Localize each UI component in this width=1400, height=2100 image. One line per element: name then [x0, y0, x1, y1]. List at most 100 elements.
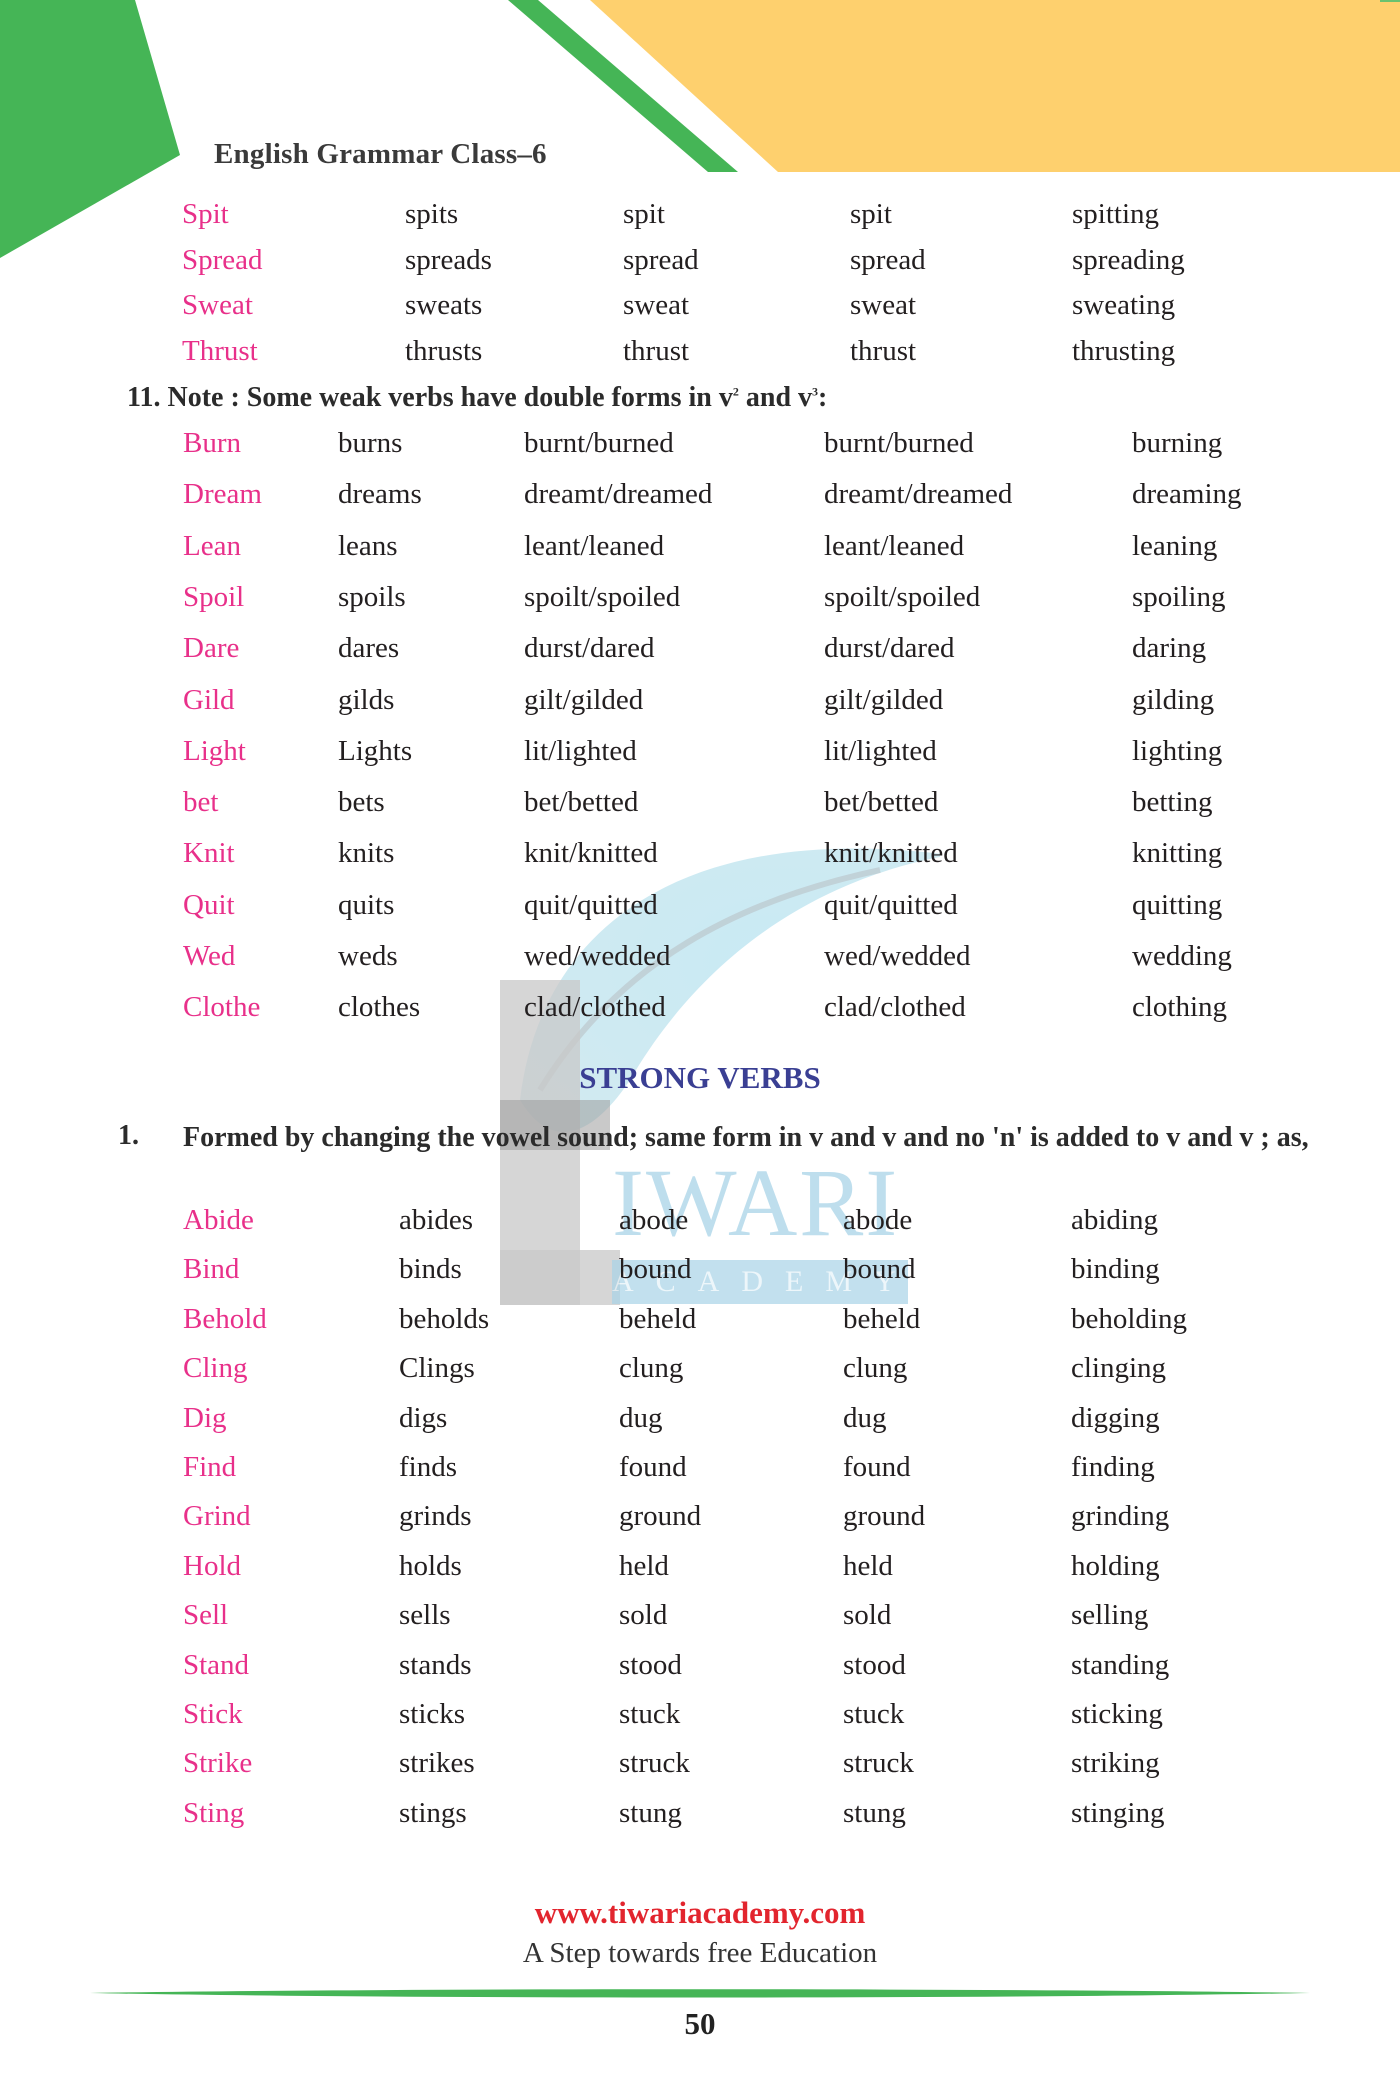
table-row: Spoil spoils spoilt/spoiled spoilt/spoiled s… [0, 581, 1400, 621]
past-form: thrust [623, 334, 690, 367]
past-participle: struck [843, 1747, 914, 1780]
table-row: Grind grinds ground ground grinding [0, 1500, 1400, 1540]
table-row: Hold holds held held holding [0, 1550, 1400, 1590]
present-participle: holding [1071, 1549, 1160, 1582]
past-form: clad/clothed [524, 991, 666, 1024]
table-row: Sweat sweats sweat sweat sweating [0, 289, 1400, 329]
table-row: Spread spreads spread spread spreading [0, 244, 1400, 284]
present-form: finds [399, 1451, 457, 1483]
present-form: leans [338, 529, 398, 562]
base-verb: Sting [183, 1796, 245, 1829]
section-title-strong-verbs: STRONG VERBS [579, 1060, 821, 1095]
base-verb: Abide [183, 1204, 254, 1236]
present-participle: finding [1071, 1451, 1155, 1483]
note-text: Note : Some weak verbs have double forms… [167, 382, 733, 413]
table-row: Dare dares durst/dared durst/dared daring [0, 632, 1400, 672]
past-form: quit/quitted [524, 888, 658, 921]
past-form: found [619, 1451, 687, 1483]
past-participle: held [843, 1549, 893, 1582]
table-row: Stick sticks stuck stuck sticking [0, 1698, 1400, 1738]
present-participle: clinging [1071, 1352, 1167, 1385]
past-form: gilt/gilded [524, 683, 644, 716]
past-participle: bet/betted [824, 786, 939, 819]
base-verb: Sell [183, 1599, 229, 1632]
present-participle: digging [1071, 1401, 1160, 1434]
note-text-end: : [818, 382, 828, 413]
rule-number: 1. [118, 1120, 139, 1151]
base-verb: Dream [183, 478, 262, 511]
present-participle: spitting [1072, 198, 1160, 230]
past-form: held [619, 1549, 669, 1582]
past-participle: bound [843, 1253, 916, 1286]
table-row: Burn burns burnt/burned burnt/burned burning [0, 427, 1400, 467]
table-row: Stand stands stood stood standing [0, 1649, 1400, 1689]
past-participle: spit [850, 198, 892, 230]
present-form: holds [399, 1549, 462, 1582]
past-participle: gilt/gilded [824, 683, 944, 716]
present-form: gilds [338, 683, 395, 716]
base-verb: Strike [183, 1747, 253, 1780]
present-form: spreads [405, 243, 492, 276]
present-participle: beholding [1071, 1302, 1187, 1335]
past-participle: thrust [850, 334, 917, 367]
past-form: durst/dared [524, 632, 655, 665]
present-participle: burning [1132, 427, 1223, 459]
rule-text: Formed by changing the vowel sound; same… [183, 1122, 1309, 1153]
present-participle: knitting [1132, 837, 1223, 870]
present-participle: leaning [1132, 529, 1218, 562]
past-participle: spread [850, 243, 926, 276]
past-form: abode [619, 1204, 689, 1236]
present-form: spoils [338, 580, 406, 613]
past-participle: sweat [850, 289, 917, 321]
base-verb: Light [183, 734, 246, 767]
note-number: 11. [127, 382, 161, 413]
past-participle: dreamt/dreamed [824, 478, 1013, 511]
past-participle: sold [843, 1599, 892, 1632]
past-form: stung [619, 1796, 682, 1829]
present-form: bets [338, 786, 385, 819]
past-form: leant/leaned [524, 529, 665, 562]
base-verb: Quit [183, 888, 235, 921]
past-participle: burnt/burned [824, 427, 974, 459]
base-verb: bet [183, 786, 219, 819]
base-verb: Spread [182, 243, 263, 276]
present-form: burns [338, 427, 403, 459]
table-row: Thrust thrusts thrust thrust thrusting [0, 335, 1400, 375]
past-form: spit [623, 198, 665, 230]
table-row: Knit knits knit/knitted knit/knitted knittin… [0, 837, 1400, 877]
past-participle: stood [843, 1648, 906, 1681]
past-participle: dug [843, 1401, 887, 1434]
past-participle: ground [843, 1500, 926, 1533]
present-participle: clothing [1132, 991, 1228, 1024]
present-form: dreams [338, 478, 422, 511]
table-row: Clothe clothes clad/clothed clad/clothed clo… [0, 991, 1400, 1031]
past-participle: lit/lighted [824, 734, 937, 767]
present-form: thrusts [405, 334, 483, 367]
base-verb: Dare [183, 632, 240, 665]
base-verb: Burn [183, 427, 241, 459]
present-form: digs [399, 1401, 448, 1434]
present-participle: standing [1071, 1648, 1170, 1681]
past-form: ground [619, 1500, 702, 1533]
base-verb: Behold [183, 1302, 267, 1335]
present-form: knits [338, 837, 395, 870]
past-form: stuck [619, 1698, 681, 1730]
past-form: burnt/burned [524, 427, 674, 459]
past-participle: clung [843, 1352, 908, 1385]
footer-website-link[interactable]: www.tiwariacademy.com [0, 1895, 1400, 1931]
base-verb: Hold [183, 1549, 241, 1582]
past-form: stood [619, 1648, 682, 1681]
present-participle: abiding [1071, 1204, 1158, 1236]
present-participle: wedding [1132, 940, 1232, 972]
present-participle: daring [1132, 632, 1207, 665]
present-form: sweats [405, 289, 483, 321]
past-form: bound [619, 1253, 692, 1286]
table-row: Dig digs dug dug digging [0, 1402, 1400, 1442]
present-participle: binding [1071, 1253, 1160, 1286]
past-participle: spoilt/spoiled [824, 580, 981, 613]
present-form: dares [338, 632, 400, 665]
table-row: Cling Clings clung clung clinging [0, 1352, 1400, 1392]
table-row: Gild gilds gilt/gilded gilt/gilded gilding [0, 684, 1400, 724]
table-row: Behold beholds beheld beheld beholding [0, 1303, 1400, 1343]
present-form: grinds [399, 1500, 472, 1533]
